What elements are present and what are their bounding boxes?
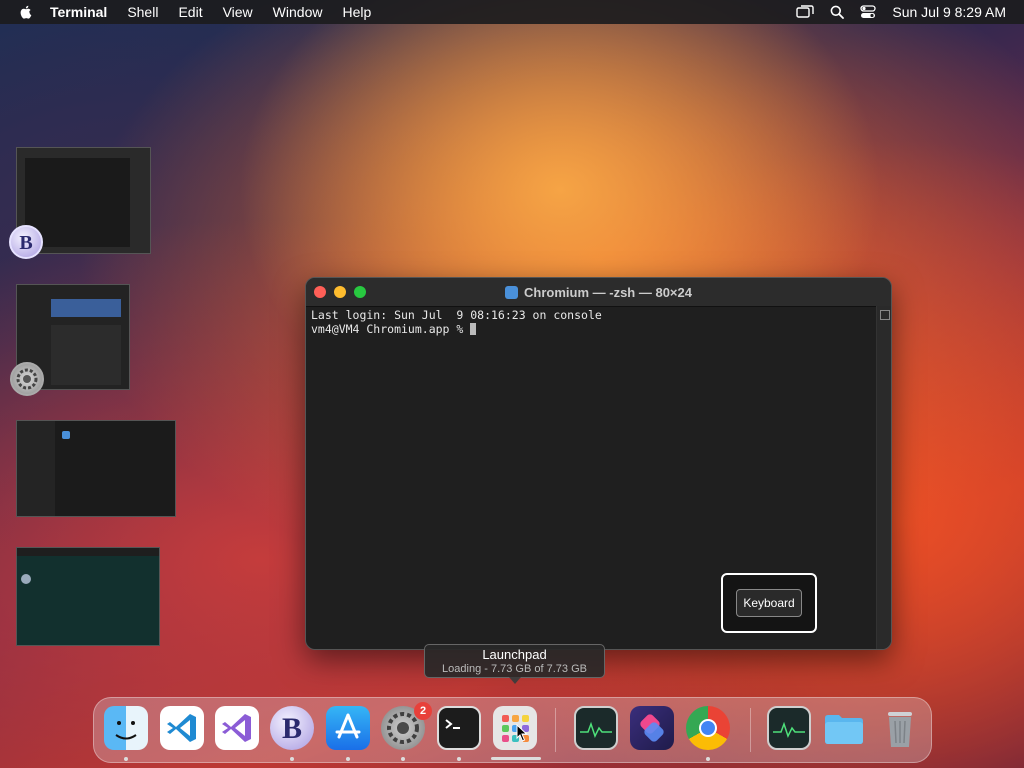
loading-progress-bar — [491, 757, 541, 760]
running-indicator — [706, 757, 710, 761]
activity-monitor-window-icon[interactable] — [767, 706, 811, 750]
bbedit-icon[interactable]: B — [270, 706, 314, 750]
svg-text:B: B — [19, 232, 32, 254]
b-letter-icon: B — [282, 712, 302, 745]
menu-help[interactable]: Help — [342, 4, 371, 20]
chrome-icon[interactable] — [686, 706, 730, 750]
finder-face-icon — [115, 721, 137, 740]
menu-edit[interactable]: Edit — [178, 4, 202, 20]
menu-window[interactable]: Window — [273, 4, 323, 20]
menu-app-name[interactable]: Terminal — [50, 4, 107, 20]
close-button[interactable] — [314, 286, 326, 298]
running-indicator — [124, 757, 128, 761]
terminal-titlebar[interactable]: Chromium — -zsh — 80×24 — [306, 278, 891, 307]
running-indicator — [346, 757, 350, 761]
b-letter-icon: B — [19, 232, 32, 254]
tooltip-arrow — [509, 677, 521, 684]
screen-mirroring-icon[interactable] — [796, 5, 815, 19]
finder-icon[interactable] — [104, 706, 148, 750]
visual-studio-logo-icon — [222, 714, 251, 742]
dock: B 2 — [93, 697, 932, 763]
tooltip-title: Launchpad — [482, 647, 547, 662]
vscode-icon[interactable] — [160, 706, 204, 750]
terminal-line: Last login: Sun Jul 9 08:16:23 on consol… — [311, 308, 602, 322]
terminal-prompt-icon — [445, 719, 460, 729]
app-store-icon[interactable] — [326, 706, 370, 750]
dock-separator — [750, 708, 751, 752]
text-cursor — [470, 323, 477, 335]
window-preview-avatar — [21, 574, 31, 584]
launchpad-grid-icon — [502, 715, 529, 742]
spotlight-search-icon[interactable] — [830, 5, 845, 19]
shortcuts-icon[interactable] — [630, 706, 674, 750]
window-preview-sidebar — [17, 421, 55, 516]
terminal-prompt-line: vm4@VM4 Chromium.app % — [311, 322, 873, 336]
svg-text:B: B — [282, 712, 302, 745]
menu-view[interactable]: View — [223, 4, 253, 20]
tooltip-subtitle: Loading - 7.73 GB of 7.73 GB — [442, 663, 587, 675]
keyboard-button[interactable]: Keyboard — [736, 589, 802, 617]
running-indicator — [401, 757, 405, 761]
minimize-button[interactable] — [334, 286, 346, 298]
keyboard-overlay: Keyboard — [721, 573, 817, 633]
stage-window-4[interactable] — [16, 547, 160, 646]
activity-graph-icon — [580, 721, 612, 738]
bbedit-app-icon: B — [9, 225, 43, 259]
dock-tooltip: Launchpad Loading - 7.73 GB of 7.73 GB — [424, 644, 605, 684]
system-settings-app-icon — [10, 362, 44, 396]
scroll-indicator-icon — [880, 310, 890, 320]
menu-bar: Terminal Shell Edit View Window Help Sun… — [0, 0, 1024, 24]
vscode-logo-icon — [167, 714, 196, 742]
app-store-logo-icon — [335, 713, 361, 739]
trash-icon[interactable] — [878, 706, 922, 750]
launchpad-icon[interactable] — [493, 706, 537, 750]
window-preview-toolbar — [17, 548, 159, 556]
trash-can-icon — [888, 712, 912, 747]
running-indicator — [457, 757, 461, 761]
file-icon — [62, 431, 70, 439]
stage-window-3[interactable] — [16, 420, 176, 517]
gear-icon — [16, 368, 38, 390]
dock-separator — [555, 708, 556, 752]
terminal-prompt: vm4@VM4 Chromium.app % — [311, 322, 471, 336]
running-indicator — [290, 757, 294, 761]
terminal-icon[interactable] — [437, 706, 481, 750]
shortcuts-logo-icon — [640, 714, 664, 742]
downloads-folder-icon[interactable] — [822, 706, 866, 750]
folder-icon — [825, 715, 863, 744]
apple-menu-icon[interactable] — [18, 4, 34, 20]
visual-studio-icon[interactable] — [215, 706, 259, 750]
folder-proxy-icon[interactable] — [505, 285, 519, 299]
terminal-title: Chromium — -zsh — 80×24 — [524, 284, 692, 300]
menu-extras: Sun Jul 9 8:29 AM — [796, 0, 1006, 24]
terminal-scrollbar[interactable] — [876, 306, 891, 649]
activity-monitor-icon[interactable] — [574, 706, 618, 750]
mouse-pointer-icon — [516, 724, 528, 742]
control-center-icon[interactable] — [860, 5, 877, 19]
window-preview-header — [51, 299, 121, 317]
chrome-center-icon — [699, 719, 717, 737]
window-preview — [51, 325, 121, 385]
notification-badge: 2 — [414, 702, 432, 720]
activity-graph-icon — [773, 721, 805, 738]
menu-clock[interactable]: Sun Jul 9 8:29 AM — [892, 4, 1006, 20]
menu-shell[interactable]: Shell — [127, 4, 158, 20]
zoom-button[interactable] — [354, 286, 366, 298]
